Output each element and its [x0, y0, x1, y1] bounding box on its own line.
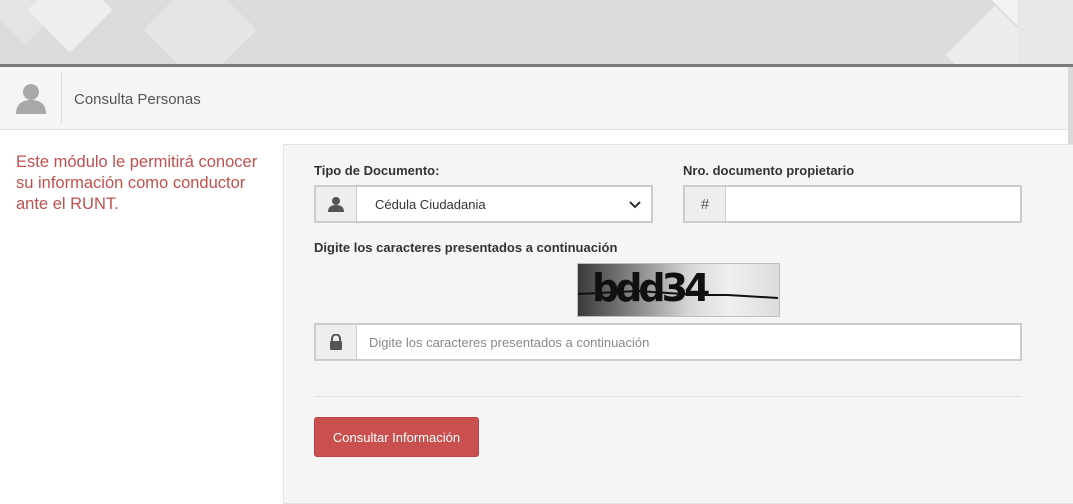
banner-decoration	[143, 0, 257, 64]
chevron-down-icon	[629, 197, 641, 212]
intro-description: Este módulo le permitirá conocer su info…	[16, 153, 258, 213]
captcha-noise-line	[578, 289, 779, 299]
nro-documento-input[interactable]	[726, 187, 1020, 221]
tipo-documento-value[interactable]: Cédula Ciudadania	[357, 187, 651, 221]
page-title: Consulta Personas	[74, 91, 201, 108]
heading-divider	[61, 73, 62, 123]
captcha-image: bdd34	[577, 263, 780, 317]
banner-stripe	[1018, 0, 1073, 64]
tipo-documento-label: Tipo de Documento:	[314, 163, 440, 178]
consultar-button[interactable]: Consultar Información	[314, 417, 479, 457]
tipo-documento-select[interactable]: Cédula Ciudadania	[314, 185, 653, 223]
top-banner	[0, 0, 1073, 64]
user-icon	[14, 82, 48, 114]
nro-documento-label: Nro. documento propietario	[683, 163, 855, 178]
nro-documento-group: #	[683, 185, 1022, 223]
form-divider	[314, 396, 1022, 397]
user-icon	[316, 187, 357, 221]
selected-option: Cédula Ciudadania	[375, 196, 486, 212]
lock-icon	[316, 325, 357, 359]
panel-heading: Consulta Personas	[0, 67, 1068, 130]
hash-icon: #	[685, 187, 726, 221]
captcha-group: Digite los caracteres presentados a cont…	[314, 323, 1022, 361]
captcha-input[interactable]: Digite los caracteres presentados a cont…	[357, 325, 1020, 359]
captcha-label: Digite los caracteres presentados a cont…	[314, 240, 618, 255]
